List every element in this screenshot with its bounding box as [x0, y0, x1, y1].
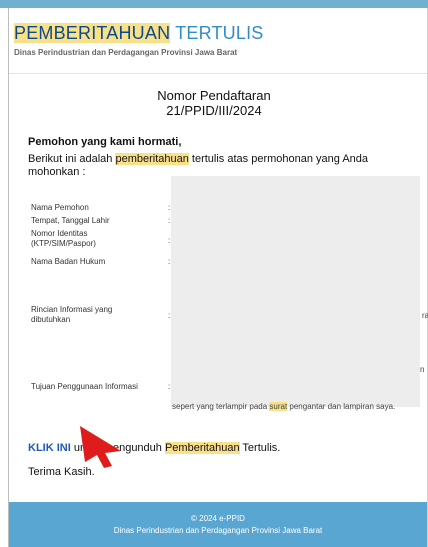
red-arrow-pointer-icon: [80, 426, 121, 468]
top-accent-bar: [0, 0, 428, 8]
header-divider: [9, 73, 427, 74]
download-link[interactable]: KLIK INI: [28, 442, 71, 454]
letter-header: PEMBERITAHUAN TERTULIS Dinas Perindustri…: [14, 23, 263, 57]
greeting: Pemohon yang kami hormati,: [28, 136, 182, 148]
letter-subtitle: Dinas Perindustrian dan Perdagangan Prov…: [14, 48, 238, 57]
redacted-area: [171, 176, 420, 407]
field-colon: :: [168, 257, 171, 266]
footer-copyright: © 2024 e-PPID: [191, 514, 245, 523]
registration-number: 21/PPID/III/2024: [166, 103, 262, 118]
registration-label: Nomor Pendaftaran: [157, 88, 271, 103]
email-window: PEMBERITAHUAN TERTULIS Dinas Perindustri…: [0, 0, 428, 547]
field-colon: :: [168, 216, 171, 225]
field-label-ttl: Tempat, Tanggal Lahir: [31, 216, 110, 225]
title-part-2: TERTULIS: [175, 23, 264, 43]
cut-text-fragment: ra: [422, 311, 428, 320]
field-colon: :: [168, 311, 171, 320]
letter-title: PEMBERITAHUAN TERTULIS: [14, 23, 263, 43]
field-colon: :: [168, 203, 171, 212]
cut-line-before: sepert yang terlampir pada: [172, 402, 270, 411]
field-colon: :: [168, 236, 171, 245]
cut-line-after: pengantar dan lampiran saya.: [287, 402, 396, 411]
intro-before: Berikut ini adalah: [28, 153, 116, 165]
footer-org: Dinas Perindustrian dan Perdagangan Prov…: [113, 526, 323, 535]
field-label-tujuan: Tujuan Penggunaan Informasi: [31, 382, 138, 391]
intro-highlight: pemberitahuan: [115, 153, 189, 165]
field-label-nama-pemohon: Nama Pemohon: [31, 203, 89, 212]
footer: © 2024 e-PPID Dinas Perindustrian dan Pe…: [9, 502, 427, 547]
download-text-after: Tertulis.: [239, 442, 281, 454]
field-label-badan-hukum: Nama Badan Hukum: [31, 257, 106, 266]
field-colon: :: [168, 382, 171, 391]
download-line: KLIK INI untuk mengunduh Pemberitahuan T…: [28, 442, 280, 454]
title-part-1: PEMBERITAHUAN: [14, 23, 171, 43]
field-label-nomor-identitas: Nomor Identitas (KTP/SIM/Paspor): [31, 229, 96, 248]
cut-text-fragment: n: [420, 365, 425, 374]
download-highlight: Pemberitahuan: [164, 442, 240, 454]
cut-text-line: sepert yang terlampir pada surat pengant…: [172, 402, 420, 411]
field-label-rincian: Rincian Informasi yang dibutuhkan: [31, 305, 113, 324]
cut-line-highlight: surat: [269, 402, 288, 411]
